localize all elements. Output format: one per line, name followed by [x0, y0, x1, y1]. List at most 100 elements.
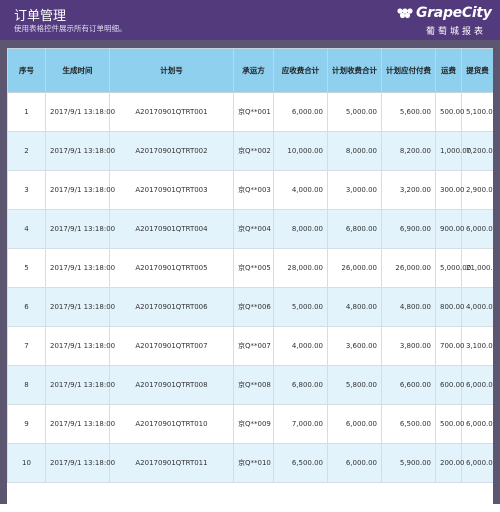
freight-cell: 800.00 — [435, 287, 465, 327]
plan-number-cell: A20170901QTRT001 — [109, 92, 234, 132]
plan-payable-cell: 5,600.00 — [381, 92, 436, 132]
created-time-cell: 2017/9/1 13:18:00 — [45, 443, 115, 483]
table-row[interactable]: 10 2017/9/1 13:18:00 A20170901QTRT011 京Q**0… — [7, 443, 493, 483]
grape-logo-icon — [397, 8, 413, 19]
carrier-cell: 京Q**005 — [233, 248, 274, 288]
column-header[interactable]: 承运方 — [233, 48, 274, 93]
plan-number-cell: A20170901QTRT003 — [109, 170, 234, 210]
pickup-fee-cell: 2,900.00 — [461, 170, 493, 210]
row-number-cell: 1 — [7, 92, 46, 132]
freight-cell: 900.00 — [435, 209, 465, 249]
plan-charge-total-cell: 6,000.00 — [327, 404, 382, 444]
table-row[interactable]: 7 2017/9/1 13:18:00 A20170901QTRT007 京Q**00… — [7, 326, 493, 366]
freight-cell: 300.00 — [435, 170, 465, 210]
column-header[interactable]: 计划收费合计 — [327, 48, 382, 93]
plan-charge-total-cell: 26,000.00 — [327, 248, 382, 288]
created-time-cell: 2017/9/1 13:18:00 — [45, 92, 115, 132]
plan-payable-cell: 4,800.00 — [381, 287, 436, 327]
plan-payable-cell: 6,900.00 — [381, 209, 436, 249]
plan-payable-cell: 6,500.00 — [381, 404, 436, 444]
carrier-cell: 京Q**004 — [233, 209, 274, 249]
plan-payable-cell: 6,600.00 — [381, 365, 436, 405]
carrier-cell: 京Q**002 — [233, 131, 274, 171]
created-time-cell: 2017/9/1 13:18:00 — [45, 326, 115, 366]
brand-logo[interactable]: GrapeCity 葡萄城报表 — [392, 3, 492, 37]
created-time-cell: 2017/9/1 13:18:00 — [45, 404, 115, 444]
created-time-cell: 2017/9/1 13:18:00 — [45, 131, 115, 171]
column-header[interactable]: 生成时间 — [45, 48, 110, 93]
pickup-fee-cell: 4,000.00 — [461, 287, 493, 327]
page-subtitle: 使用表格控件展示所有订单明细。 — [14, 24, 127, 33]
pickup-fee-cell: 7,200.00 — [461, 131, 493, 171]
carrier-cell: 京Q**007 — [233, 326, 274, 366]
plan-payable-cell: 3,200.00 — [381, 170, 436, 210]
plan-charge-total-cell: 8,000.00 — [327, 131, 382, 171]
receivable-total-cell: 5,000.00 — [273, 287, 328, 327]
pickup-fee-cell: 6,000.00 — [461, 404, 493, 444]
table-row[interactable]: 3 2017/9/1 13:18:00 A20170901QTRT003 京Q**00… — [7, 170, 493, 210]
receivable-total-cell: 6,000.00 — [273, 92, 328, 132]
plan-charge-total-cell: 6,000.00 — [327, 443, 382, 483]
plan-charge-total-cell: 5,000.00 — [327, 92, 382, 132]
plan-charge-total-cell: 5,800.00 — [327, 365, 382, 405]
plan-payable-cell: 26,000.00 — [381, 248, 436, 288]
app-header: 订单管理 使用表格控件展示所有订单明细。 GrapeCity 葡萄城报表 — [0, 0, 500, 40]
row-number-cell: 6 — [7, 287, 46, 327]
table-row[interactable]: 9 2017/9/1 13:18:00 A20170901QTRT010 京Q**00… — [7, 404, 493, 444]
column-header[interactable]: 计划号 — [109, 48, 234, 93]
row-number-cell: 3 — [7, 170, 46, 210]
table-row[interactable]: 8 2017/9/1 13:18:00 A20170901QTRT008 京Q**00… — [7, 365, 493, 405]
receivable-total-cell: 4,000.00 — [273, 170, 328, 210]
pickup-fee-cell: 5,100.00 — [461, 92, 493, 132]
row-number-cell: 7 — [7, 326, 46, 366]
receivable-total-cell: 28,000.00 — [273, 248, 328, 288]
freight-cell: 1,000.00 — [435, 131, 471, 171]
carrier-cell: 京Q**008 — [233, 365, 274, 405]
column-header[interactable]: 运费 — [435, 48, 462, 93]
column-header[interactable]: 计划应付付费 — [381, 48, 436, 93]
plan-charge-total-cell: 4,800.00 — [327, 287, 382, 327]
freight-cell: 5,000.00 — [435, 248, 471, 288]
freight-cell: 500.00 — [435, 404, 465, 444]
receivable-total-cell: 6,800.00 — [273, 365, 328, 405]
receivable-total-cell: 10,000.00 — [273, 131, 328, 171]
carrier-cell: 京Q**009 — [233, 404, 274, 444]
table-row[interactable]: 6 2017/9/1 13:18:00 A20170901QTRT006 京Q**00… — [7, 287, 493, 327]
freight-cell: 200.00 — [435, 443, 465, 483]
page-title: 订单管理 — [14, 9, 67, 24]
plan-payable-cell: 5,900.00 — [381, 443, 436, 483]
plan-payable-cell: 3,800.00 — [381, 326, 436, 366]
plan-charge-total-cell: 3,000.00 — [327, 170, 382, 210]
plan-number-cell: A20170901QTRT002 — [109, 131, 234, 171]
row-number-cell: 9 — [7, 404, 46, 444]
brand-subtitle: 葡萄城报表 — [426, 27, 487, 37]
row-number-cell: 4 — [7, 209, 46, 249]
created-time-cell: 2017/9/1 13:18:00 — [45, 365, 115, 405]
pickup-fee-cell: 21,000.00 — [461, 248, 493, 288]
row-number-cell: 2 — [7, 131, 46, 171]
plan-number-cell: A20170901QTRT007 — [109, 326, 234, 366]
created-time-cell: 2017/9/1 13:18:00 — [45, 287, 115, 327]
column-header[interactable]: 提货费 — [461, 48, 493, 93]
table-row[interactable]: 5 2017/9/1 13:18:00 A20170901QTRT005 京Q**00… — [7, 248, 493, 288]
created-time-cell: 2017/9/1 13:18:00 — [45, 248, 115, 288]
table-row[interactable]: 1 2017/9/1 13:18:00 A20170901QTRT001 京Q**00… — [7, 92, 493, 132]
column-header[interactable]: 序号 — [7, 48, 46, 93]
freight-cell: 600.00 — [435, 365, 465, 405]
pickup-fee-cell: 6,000.00 — [461, 209, 493, 249]
created-time-cell: 2017/9/1 13:18:00 — [45, 209, 115, 249]
carrier-cell: 京Q**001 — [233, 92, 274, 132]
receivable-total-cell: 7,000.00 — [273, 404, 328, 444]
freight-cell: 500.00 — [435, 92, 465, 132]
column-header[interactable]: 应收费合计 — [273, 48, 328, 93]
plan-number-cell: A20170901QTRT004 — [109, 209, 234, 249]
created-time-cell: 2017/9/1 13:18:00 — [45, 170, 115, 210]
plan-number-cell: A20170901QTRT005 — [109, 248, 234, 288]
plan-number-cell: A20170901QTRT011 — [109, 443, 234, 483]
table-row[interactable]: 4 2017/9/1 13:18:00 A20170901QTRT004 京Q**00… — [7, 209, 493, 249]
receivable-total-cell: 6,500.00 — [273, 443, 328, 483]
table-row[interactable]: 2 2017/9/1 13:18:00 A20170901QTRT002 京Q**00… — [7, 131, 493, 171]
plan-payable-cell: 8,200.00 — [381, 131, 436, 171]
pickup-fee-cell: 6,000.00 — [461, 443, 493, 483]
plan-number-cell: A20170901QTRT008 — [109, 365, 234, 405]
